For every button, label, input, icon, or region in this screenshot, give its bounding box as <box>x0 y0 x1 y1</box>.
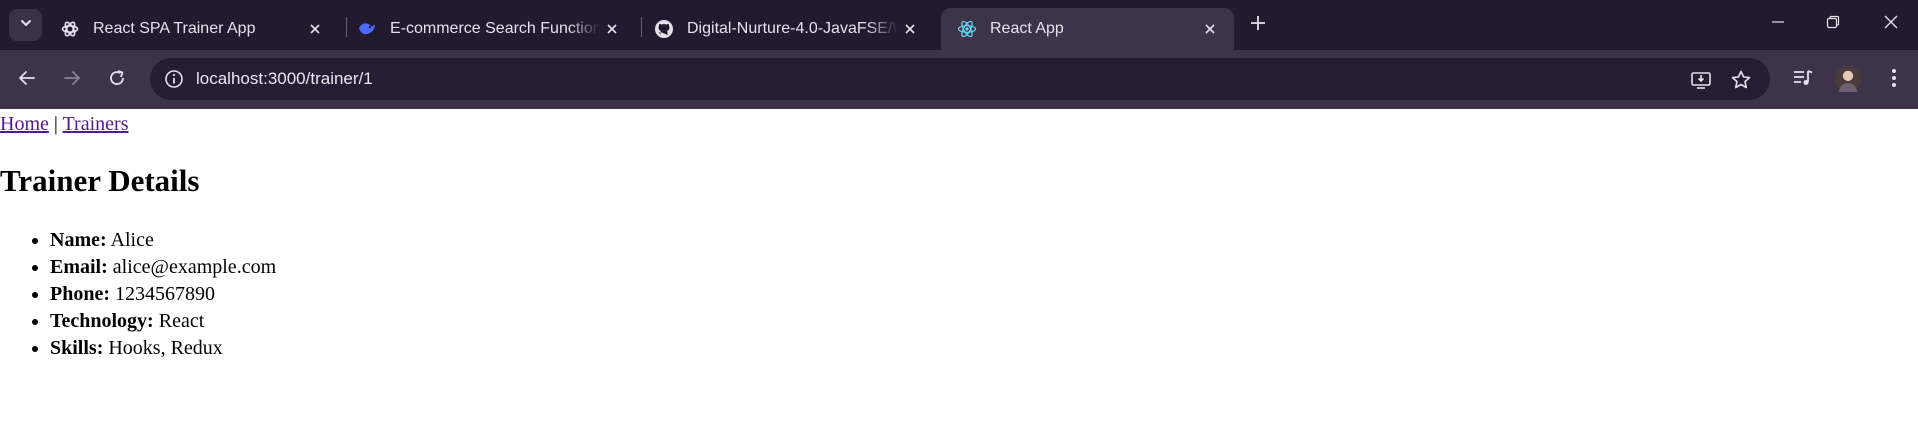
home-link[interactable]: Home <box>0 113 49 135</box>
url-text: localhost:3000/trainer/1 <box>196 69 373 88</box>
page-content: Home | Trainers Trainer Details Name: Al… <box>0 109 1918 437</box>
tab-react-app[interactable]: React App <box>941 8 1234 50</box>
openai-icon <box>60 19 80 39</box>
star-icon[interactable] <box>1728 67 1754 93</box>
nav-separator: | <box>53 113 58 135</box>
detail-value: Alice <box>110 229 154 251</box>
tab-title: React SPA Trainer App <box>93 20 256 37</box>
tab-search-button[interactable] <box>9 9 42 41</box>
detail-value: 1234567890 <box>115 283 215 305</box>
detail-skills: Skills: Hooks, Redux <box>50 335 276 362</box>
close-icon[interactable] <box>600 17 624 41</box>
install-app-icon[interactable] <box>1688 67 1714 93</box>
menu-button[interactable] <box>1880 66 1908 94</box>
forward-button[interactable] <box>58 66 86 94</box>
minimize-button[interactable] <box>1755 9 1801 39</box>
close-icon[interactable] <box>898 17 922 41</box>
playlist-icon <box>1792 67 1814 94</box>
tab-react-spa-trainer-app[interactable]: React SPA Trainer App <box>44 8 339 50</box>
close-icon <box>1884 15 1898 34</box>
chevron-down-icon <box>19 16 33 35</box>
close-window-button[interactable] <box>1868 9 1914 39</box>
detail-phone: Phone: 1234567890 <box>50 281 276 308</box>
detail-value: alice@example.com <box>112 256 277 278</box>
tab-title: E-commerce Search Function O <box>390 20 600 37</box>
github-icon <box>654 19 674 39</box>
tab-title: React App <box>990 20 1064 37</box>
browser-toolbar: localhost:3000/trainer/1 <box>0 50 1918 109</box>
back-button[interactable] <box>13 66 41 94</box>
profile-avatar[interactable] <box>1835 66 1861 92</box>
tab-bar: React SPA Trainer App E-commerce Search … <box>0 0 1918 50</box>
plus-icon <box>1250 15 1266 36</box>
restore-icon <box>1826 15 1840 34</box>
detail-name: Name: Alice <box>50 227 276 254</box>
tab-digital-nurture-github[interactable]: Digital-Nurture-4.0-JavaFSE/We <box>638 8 934 50</box>
close-icon[interactable] <box>303 17 327 41</box>
deepseek-icon <box>357 19 377 39</box>
detail-email: Email: alice@example.com <box>50 254 276 281</box>
reload-button[interactable] <box>103 66 131 94</box>
detail-label: Name: <box>50 229 107 251</box>
close-icon[interactable] <box>1198 17 1222 41</box>
detail-label: Technology: <box>50 310 154 332</box>
address-bar[interactable]: localhost:3000/trainer/1 <box>150 58 1770 100</box>
detail-value: React <box>158 310 205 332</box>
detail-technology: Technology: React <box>50 308 276 335</box>
trainer-details-list: Name: Alice Email: alice@example.com Pho… <box>0 227 276 362</box>
more-vert-icon <box>1891 68 1897 93</box>
detail-label: Phone: <box>50 283 110 305</box>
top-nav: Home | Trainers <box>0 113 128 136</box>
minimize-icon <box>1771 15 1785 34</box>
new-tab-button[interactable] <box>1245 12 1271 38</box>
tab-title: Digital-Nurture-4.0-JavaFSE/We <box>687 20 898 37</box>
detail-value: Hooks, Redux <box>108 337 223 359</box>
react-icon <box>957 19 977 39</box>
trainers-link[interactable]: Trainers <box>63 113 129 135</box>
arrow-left-icon <box>18 69 36 92</box>
arrow-right-icon <box>63 69 81 92</box>
page-title: Trainer Details <box>0 163 200 198</box>
restore-button[interactable] <box>1810 9 1856 39</box>
tab-ecommerce-search[interactable]: E-commerce Search Function O <box>341 8 636 50</box>
site-info-icon[interactable] <box>162 67 186 91</box>
media-controls-button[interactable] <box>1789 66 1817 94</box>
detail-label: Email: <box>50 256 108 278</box>
reload-icon <box>108 69 126 92</box>
detail-label: Skills: <box>50 337 104 359</box>
